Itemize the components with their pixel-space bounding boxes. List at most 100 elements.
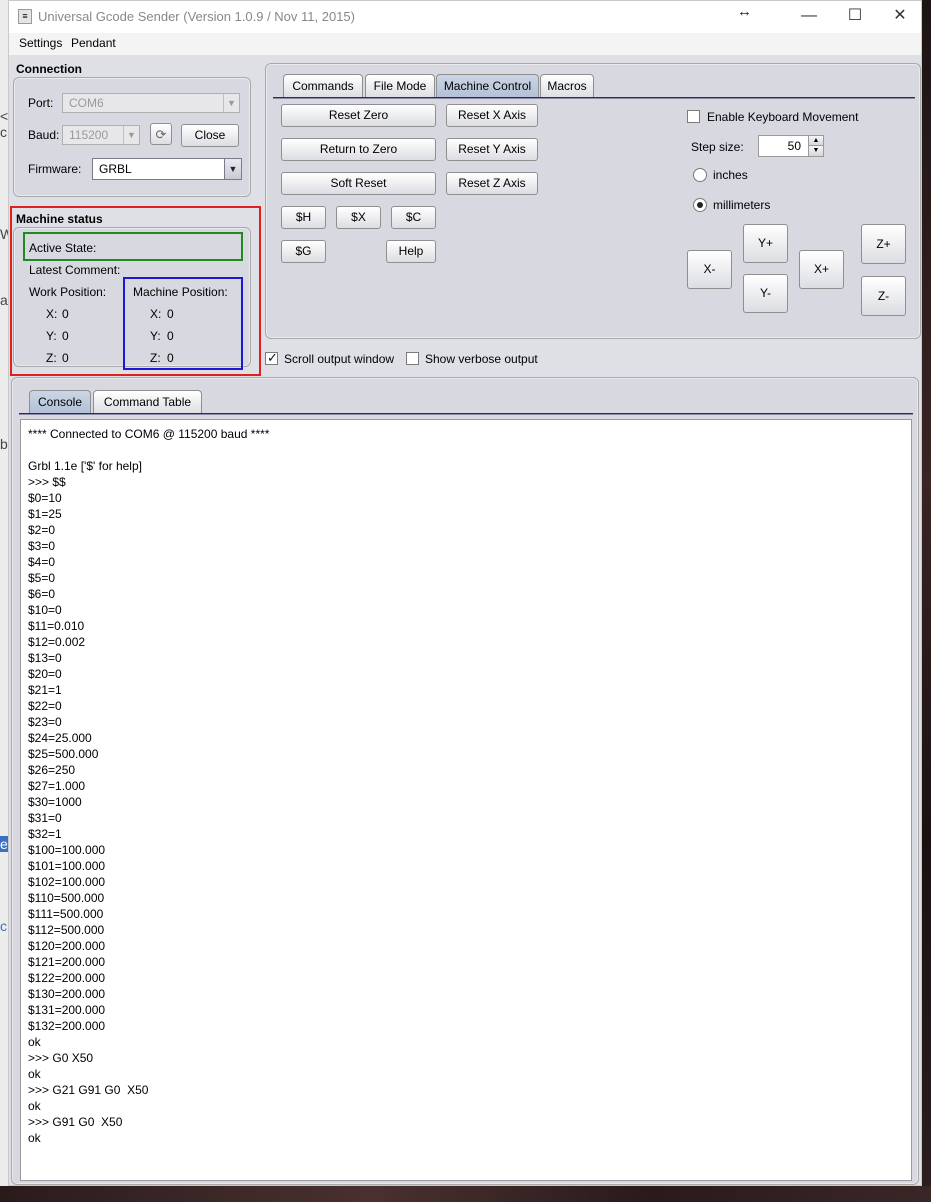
port-select[interactable]: COM6 ▼	[62, 93, 240, 113]
console-line: $26=250	[28, 763, 76, 777]
verbose-output-checkbox[interactable]	[406, 352, 419, 365]
inches-label: inches	[713, 168, 748, 182]
tabs-divider	[273, 97, 915, 99]
soft-reset-button[interactable]: Soft Reset	[281, 172, 436, 195]
console-line: ok	[28, 1099, 41, 1113]
console-line: $20=0	[28, 667, 62, 681]
unlock-cmd-button[interactable]: $X	[336, 206, 381, 229]
console-line: $12=0.002	[28, 635, 86, 649]
refresh-icon[interactable]: ⟳	[150, 123, 172, 145]
firmware-select[interactable]: GRBL ▼	[92, 158, 242, 180]
main-content: Connection Port: COM6 ▼ Baud: 115200 ▼ ⟳…	[9, 55, 921, 1185]
inches-radio[interactable]	[693, 168, 707, 182]
background-fragment: c	[0, 918, 7, 934]
minimize-button[interactable]: —	[786, 5, 832, 29]
jog-y-plus-button[interactable]: Y+	[743, 224, 788, 263]
enable-keyboard-checkbox[interactable]	[687, 110, 700, 123]
console-line: $25=500.000	[28, 747, 99, 761]
console-line: ok	[28, 1035, 41, 1049]
console-line: $122=200.000	[28, 971, 106, 985]
console-line: $6=0	[28, 587, 56, 601]
jog-x-plus-button[interactable]: X+	[799, 250, 844, 289]
jog-y-minus-button[interactable]: Y-	[743, 274, 788, 313]
help-button[interactable]: Help	[386, 240, 436, 263]
console-line: >>> G21 G91 G0 X50	[28, 1083, 149, 1097]
firmware-value: GRBL	[99, 162, 132, 176]
connection-panel: Port: COM6 ▼ Baud: 115200 ▼ ⟳ Close Firm…	[13, 77, 251, 197]
chevron-down-icon: ▼	[223, 94, 239, 112]
window-title: Universal Gcode Sender (Version 1.0.9 / …	[38, 9, 355, 24]
reset-y-axis-button[interactable]: Reset Y Axis	[446, 138, 538, 161]
gcode-sender-app-icon: ≡	[18, 9, 32, 24]
console-line: $10=0	[28, 603, 62, 617]
console-line: $22=0	[28, 699, 62, 713]
console-line: $32=1	[28, 827, 62, 841]
tab-command-table[interactable]: Command Table	[93, 390, 202, 414]
highlight-machine-position	[123, 277, 243, 370]
console-output[interactable]: **** Connected to COM6 @ 115200 baud ***…	[20, 419, 912, 1181]
tab-macros[interactable]: Macros	[540, 74, 594, 98]
console-line: $11=0.010	[28, 619, 85, 633]
millimeters-radio[interactable]	[693, 198, 707, 212]
console-line: $23=0	[28, 715, 62, 729]
home-cmd-button[interactable]: $H	[281, 206, 326, 229]
baud-select[interactable]: 115200 ▼	[62, 125, 140, 145]
step-size-spinner[interactable]: 50 ▲ ▼	[758, 135, 824, 157]
chevron-down-icon: ▼	[224, 159, 241, 179]
console-line: $21=1	[28, 683, 62, 697]
maximize-button[interactable]: ☐	[832, 5, 878, 29]
reset-x-axis-button[interactable]: Reset X Axis	[446, 104, 538, 127]
gcode-state-cmd-button[interactable]: $G	[281, 240, 326, 263]
title-bar: ≡ Universal Gcode Sender (Version 1.0.9 …	[9, 1, 921, 33]
desktop-background-left: < c W a b er c	[0, 0, 13, 1202]
return-to-zero-button[interactable]: Return to Zero	[281, 138, 436, 161]
console-tabs-divider	[19, 413, 913, 415]
menu-pendant[interactable]: Pendant	[71, 36, 116, 50]
console-line: $27=1.000	[28, 779, 86, 793]
close-window-button[interactable]: ✕	[877, 5, 923, 29]
tab-commands[interactable]: Commands	[283, 74, 363, 98]
menu-settings[interactable]: Settings	[19, 36, 62, 50]
close-connection-button[interactable]: Close	[181, 124, 239, 147]
scroll-output-checkbox[interactable]	[265, 350, 278, 366]
reset-z-axis-button[interactable]: Reset Z Axis	[446, 172, 538, 195]
app-window: ≡ Universal Gcode Sender (Version 1.0.9 …	[8, 0, 922, 1186]
console-line: $101=100.000	[28, 859, 106, 873]
console-line: $0=10	[28, 491, 62, 505]
console-line: $1=25	[28, 507, 62, 521]
console-line: $13=0	[28, 651, 62, 665]
highlight-active-state	[23, 232, 243, 261]
background-fragment: < c	[0, 108, 9, 140]
jog-z-minus-button[interactable]: Z-	[861, 276, 906, 316]
step-size-value: 50	[787, 139, 801, 153]
resize-cursor-icon: ↔	[737, 3, 752, 20]
jog-z-plus-button[interactable]: Z+	[861, 224, 906, 264]
console-line: $100=100.000	[28, 843, 106, 857]
chevron-down-icon: ▼	[123, 126, 139, 144]
console-line: $130=200.000	[28, 987, 106, 1001]
spinner-down-icon[interactable]: ▼	[808, 146, 823, 156]
tab-machine-control[interactable]: Machine Control	[436, 74, 539, 98]
console-line: **** Connected to COM6 @ 115200 baud ***…	[28, 427, 270, 441]
background-fragment: b	[0, 436, 8, 452]
spinner-up-icon[interactable]: ▲	[808, 136, 823, 146]
port-label: Port:	[28, 96, 54, 110]
reset-zero-button[interactable]: Reset Zero	[281, 104, 436, 127]
tab-console[interactable]: Console	[29, 390, 91, 414]
scroll-output-label: Scroll output window	[284, 352, 395, 366]
console-line: $111=500.000	[28, 907, 104, 921]
console-line: $132=200.000	[28, 1019, 106, 1033]
millimeters-label: millimeters	[713, 198, 771, 212]
check-cmd-button[interactable]: $C	[391, 206, 436, 229]
console-line: ok	[28, 1131, 41, 1145]
jog-x-minus-button[interactable]: X-	[687, 250, 732, 289]
baud-label: Baud:	[28, 128, 60, 142]
baud-value: 115200	[69, 128, 109, 142]
tab-file-mode[interactable]: File Mode	[365, 74, 435, 98]
connection-title: Connection	[16, 62, 82, 76]
verbose-output-label: Show verbose output	[425, 352, 538, 366]
console-line: $120=200.000	[28, 939, 106, 953]
console-line: >>> $$	[28, 475, 66, 489]
console-line: >>> G0 X50	[28, 1051, 94, 1065]
